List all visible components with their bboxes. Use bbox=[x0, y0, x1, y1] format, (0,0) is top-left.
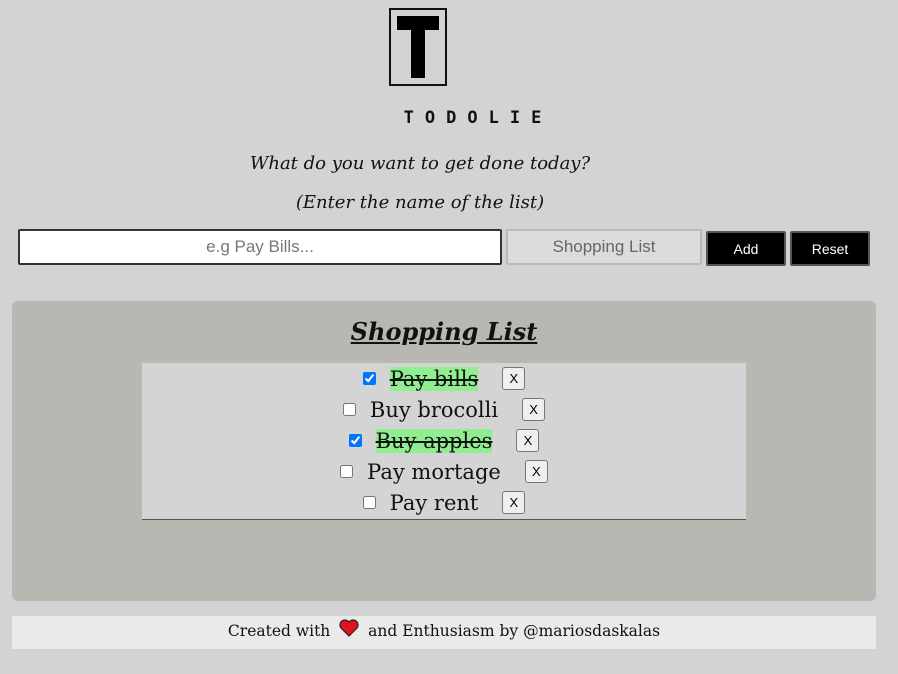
item-text: Pay rent bbox=[389, 490, 479, 515]
delete-button[interactable]: X bbox=[502, 367, 526, 390]
prompt-question: What do you want to get done today? bbox=[249, 153, 591, 174]
list-item: Buy brocolli X bbox=[142, 394, 746, 425]
heart-icon bbox=[339, 617, 359, 648]
delete-button[interactable]: X bbox=[502, 491, 526, 514]
logo-name: TODOLIE bbox=[403, 108, 553, 128]
todo-input[interactable] bbox=[18, 229, 502, 265]
add-button[interactable]: Add bbox=[706, 231, 786, 266]
delete-button[interactable]: X bbox=[524, 460, 548, 483]
list-title: Shopping List bbox=[350, 317, 538, 346]
list-item: Pay bills X bbox=[142, 363, 746, 394]
item-checkbox[interactable] bbox=[362, 496, 376, 509]
item-checkbox[interactable] bbox=[342, 403, 356, 416]
list-item: Pay rent X bbox=[142, 487, 746, 518]
delete-button[interactable]: X bbox=[516, 429, 540, 452]
item-checkbox[interactable] bbox=[362, 372, 376, 385]
list-item: Buy apples X bbox=[142, 425, 746, 456]
todo-list: Pay bills X Buy brocolli X Buy apples X … bbox=[142, 363, 746, 520]
item-checkbox[interactable] bbox=[348, 434, 362, 447]
item-text: Buy apples bbox=[375, 428, 493, 453]
item-text: Buy brocolli bbox=[369, 397, 499, 422]
prompt-hint: (Enter the name of the list) bbox=[295, 192, 545, 213]
item-text: Pay mortage bbox=[367, 459, 501, 484]
logo-mark bbox=[389, 8, 447, 86]
item-text: Pay bills bbox=[389, 366, 479, 391]
footer-prefix: Created with bbox=[227, 622, 331, 640]
list-name-input[interactable] bbox=[506, 229, 702, 265]
list-panel: Shopping List Pay bills X Buy brocolli X… bbox=[12, 301, 876, 601]
footer-suffix: and Enthusiasm by @mariosdaskalas bbox=[368, 622, 661, 640]
footer: Created with and Enthusiasm by @mariosda… bbox=[12, 616, 876, 649]
delete-button[interactable]: X bbox=[522, 398, 546, 421]
item-checkbox[interactable] bbox=[340, 465, 354, 478]
list-item: Pay mortage X bbox=[142, 456, 746, 487]
reset-button[interactable]: Reset bbox=[790, 231, 870, 266]
